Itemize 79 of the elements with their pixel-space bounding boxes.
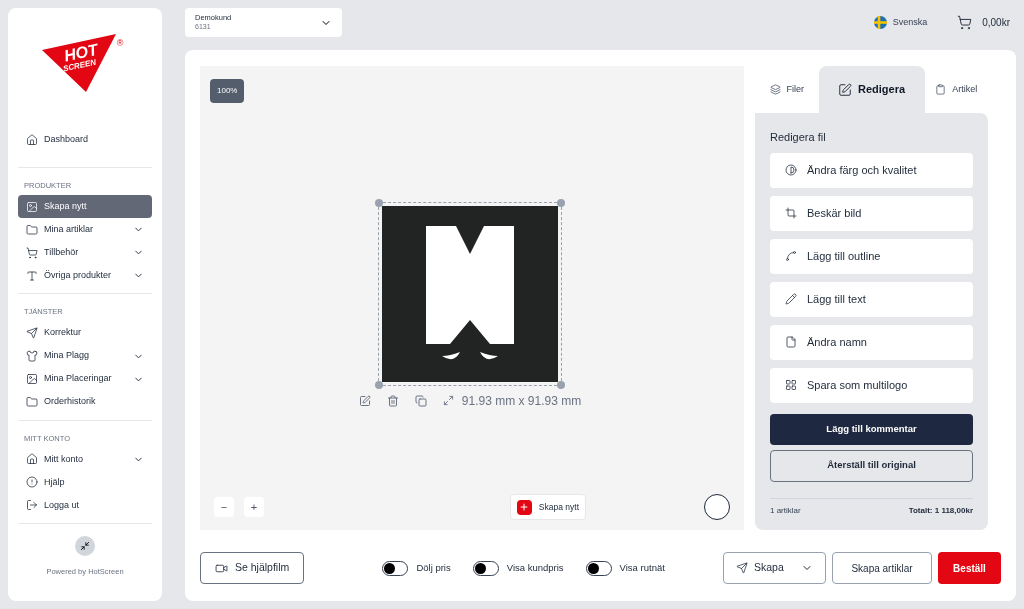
nav-item[interactable]: Mina Plagg xyxy=(18,344,152,368)
plus-icon xyxy=(516,499,532,515)
total-price: Totalt: 1 118,00kr xyxy=(908,504,973,517)
image-icon xyxy=(26,373,38,385)
resize-icon[interactable] xyxy=(442,395,454,406)
nav-item[interactable]: Mina artiklar xyxy=(18,218,152,242)
cart-icon xyxy=(957,15,973,30)
house-icon xyxy=(26,133,38,146)
nav-item[interactable]: Mitt konto xyxy=(18,447,152,471)
tab[interactable]: Filer xyxy=(755,66,819,113)
copy-icon[interactable] xyxy=(414,394,427,407)
dimensions-text: 91.93 mm x 91.93 mm xyxy=(461,392,582,410)
grid-icon xyxy=(785,379,797,391)
toggle-label: Visa rutnät xyxy=(619,560,665,575)
contrast-icon xyxy=(785,164,797,176)
shirt-icon xyxy=(26,350,38,362)
reset-button[interactable]: Återställ till original xyxy=(770,449,973,482)
cart-icon xyxy=(26,246,38,259)
edit-icon xyxy=(837,82,852,97)
text-icon xyxy=(26,269,38,282)
flag-icon xyxy=(873,16,887,29)
trash-icon[interactable] xyxy=(386,394,399,407)
nav-item[interactable]: Tillbehör xyxy=(18,241,152,265)
nav-item[interactable]: Skapa nytt xyxy=(18,195,152,219)
logout-icon xyxy=(26,499,38,512)
nav-item[interactable]: Hjälp xyxy=(18,470,152,494)
zoom-level: 100% xyxy=(210,79,245,103)
toggle-switch[interactable] xyxy=(472,560,499,576)
nav-item[interactable]: Logga ut xyxy=(18,493,152,517)
tab[interactable]: Artikel xyxy=(924,66,988,113)
edit-icon[interactable] xyxy=(358,394,371,407)
action-button[interactable]: Beskär bild xyxy=(770,195,973,231)
order-button[interactable]: Beställ xyxy=(938,552,1001,584)
resize-handle[interactable] xyxy=(375,380,383,389)
create-new-button[interactable]: Skapa nytt xyxy=(509,494,586,520)
toggle-label: Dölj pris xyxy=(416,560,451,575)
zoom-out-button[interactable]: − xyxy=(214,497,234,517)
action-button[interactable]: Lägg till text xyxy=(770,281,973,317)
nav-item[interactable]: Dashboard xyxy=(18,128,152,151)
add-comment-button[interactable]: Lägg till kommentar xyxy=(770,413,973,445)
paper-plane-icon xyxy=(26,327,38,339)
panel-title: Redigera fil xyxy=(770,130,827,145)
collapse-button[interactable] xyxy=(75,535,95,556)
image-icon xyxy=(26,200,38,213)
resize-handle[interactable] xyxy=(375,198,383,207)
create-menu-button[interactable]: Skapa xyxy=(723,552,826,584)
action-button[interactable]: Lägg till outline xyxy=(770,238,973,274)
action-button[interactable]: Spara som multilogo xyxy=(770,367,973,403)
article-count: 1 artiklar xyxy=(770,504,801,517)
crop-icon xyxy=(785,207,797,219)
cart-button[interactable]: 0,00kr xyxy=(957,15,1010,30)
paper-plane-icon xyxy=(736,562,748,574)
alert-icon xyxy=(26,476,38,489)
zoom-in-button[interactable]: + xyxy=(244,497,264,517)
action-button[interactable]: Ändra namn xyxy=(770,324,973,360)
house-icon xyxy=(26,453,38,466)
folder-icon xyxy=(26,223,38,236)
circle-button[interactable] xyxy=(704,494,730,520)
nav-item[interactable]: Mina Placeringar xyxy=(18,367,152,391)
file-icon xyxy=(785,336,797,348)
toggle-switch[interactable] xyxy=(585,560,612,576)
resize-handle[interactable] xyxy=(557,380,565,389)
collapse-icon xyxy=(80,540,90,551)
resize-handle[interactable] xyxy=(557,198,565,207)
folder-icon xyxy=(26,396,38,408)
nav-item[interactable]: Övriga produkter xyxy=(18,264,152,288)
language-select[interactable]: Svenska xyxy=(873,15,928,30)
action-button[interactable]: Ändra färg och kvalitet xyxy=(770,152,973,188)
help-video-button[interactable]: Se hjälpfilm xyxy=(200,552,305,584)
nav-item[interactable]: Orderhistorik xyxy=(18,390,152,414)
nav-item[interactable]: Korrektur xyxy=(18,321,152,345)
create-articles-button[interactable]: Skapa artiklar xyxy=(832,552,932,584)
toggle-label: Visa kundpris xyxy=(506,560,564,575)
tab[interactable]: Redigera xyxy=(818,66,925,113)
path-icon xyxy=(785,250,797,262)
layers-icon xyxy=(769,84,781,95)
clipboard-icon xyxy=(935,84,947,95)
pencil-icon xyxy=(785,293,797,305)
toggle-switch[interactable] xyxy=(382,560,409,576)
